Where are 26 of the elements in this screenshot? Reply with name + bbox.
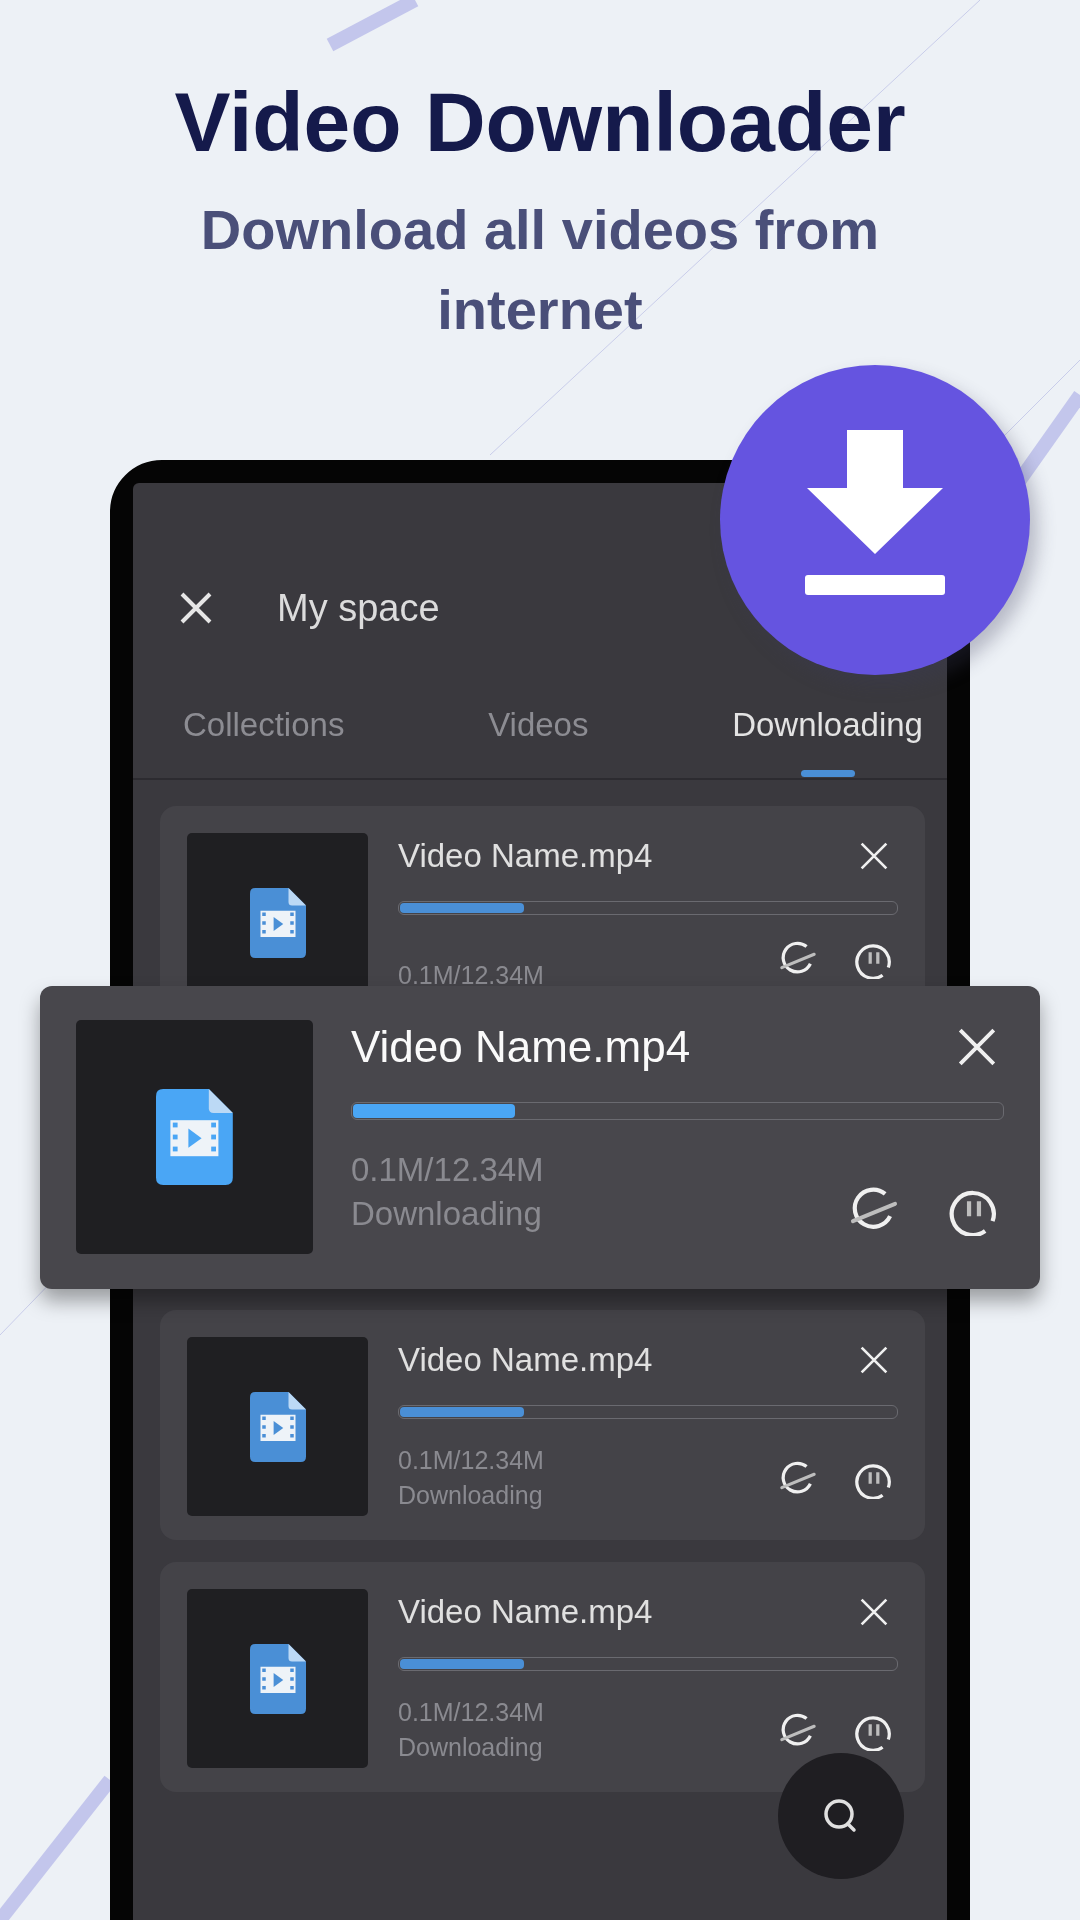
screen-title: My space bbox=[277, 586, 440, 630]
file-size: 0.1M/12.34M bbox=[398, 1445, 544, 1476]
download-status: Downloading bbox=[398, 1732, 544, 1763]
download-status: Downloading bbox=[398, 1480, 544, 1511]
file-name: Video Name.mp4 bbox=[398, 1341, 653, 1379]
file-size: 0.1M/12.34M bbox=[398, 960, 544, 991]
close-icon[interactable] bbox=[179, 591, 213, 625]
file-name: Video Name.mp4 bbox=[351, 1022, 691, 1072]
close-icon[interactable] bbox=[958, 1028, 996, 1066]
tab[interactable]: Downloading bbox=[732, 706, 923, 778]
file-size: 0.1M/12.34M bbox=[351, 1150, 544, 1190]
download-status: Downloading bbox=[351, 1194, 543, 1234]
video-file-icon bbox=[249, 1391, 306, 1462]
file-name: Video Name.mp4 bbox=[398, 837, 653, 875]
headline: Video Downloader bbox=[174, 74, 906, 171]
video-file-icon bbox=[249, 1643, 306, 1714]
close-icon[interactable] bbox=[860, 1598, 888, 1626]
close-icon[interactable] bbox=[860, 1346, 888, 1374]
tab[interactable]: Videos bbox=[488, 706, 589, 778]
tab[interactable]: Collections bbox=[183, 706, 345, 778]
file-name: Video Name.mp4 bbox=[398, 1593, 653, 1631]
close-icon[interactable] bbox=[860, 842, 888, 870]
subtitle: Download all videos from internet bbox=[199, 197, 881, 343]
video-file-icon bbox=[156, 1089, 233, 1185]
file-size: 0.1M/12.34M bbox=[398, 1697, 544, 1728]
video-file-icon bbox=[249, 887, 306, 958]
